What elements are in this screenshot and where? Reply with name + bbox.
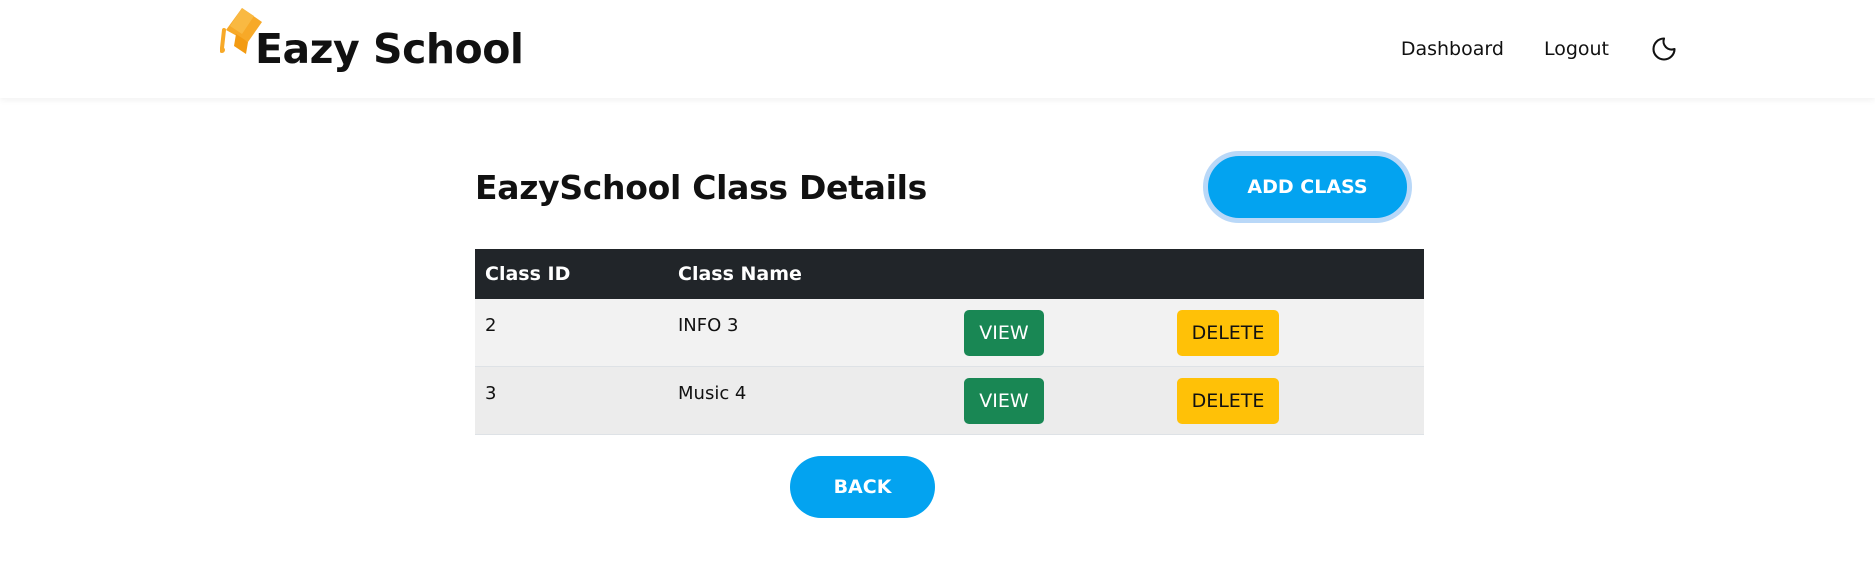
table-row: 3 Music 4 VIEW DELETE bbox=[475, 367, 1424, 435]
delete-button[interactable]: DELETE bbox=[1177, 377, 1279, 424]
cell-class-name: INFO 3 bbox=[678, 315, 739, 336]
cell-class-name: Music 4 bbox=[678, 383, 747, 404]
top-navbar: Eazy School Dashboard Logout bbox=[0, 0, 1875, 98]
view-button[interactable]: VIEW bbox=[964, 309, 1044, 356]
cell-delete: DELETE bbox=[1167, 367, 1424, 434]
brand-name: Eazy School bbox=[255, 25, 524, 73]
delete-button[interactable]: DELETE bbox=[1177, 309, 1279, 356]
cell-delete: DELETE bbox=[1167, 299, 1424, 366]
header-class-name: Class Name bbox=[678, 263, 802, 285]
nav-logout-link[interactable]: Logout bbox=[1544, 38, 1609, 60]
cell-view: VIEW bbox=[953, 299, 1167, 366]
add-class-button[interactable]: ADD CLASS bbox=[1203, 151, 1412, 223]
table-header-row: Class ID Class Name bbox=[475, 249, 1424, 299]
class-table: Class ID Class Name 2 INFO 3 VIEW DELETE… bbox=[475, 249, 1424, 435]
theme-toggle-button[interactable] bbox=[1649, 34, 1679, 64]
cell-class-id: 2 bbox=[485, 315, 497, 336]
nav-dashboard-link[interactable]: Dashboard bbox=[1401, 38, 1504, 60]
cell-view: VIEW bbox=[953, 367, 1167, 434]
back-button[interactable]: BACK bbox=[790, 456, 935, 518]
header-class-id: Class ID bbox=[485, 263, 571, 285]
table-row: 2 INFO 3 VIEW DELETE bbox=[475, 299, 1424, 367]
moon-icon bbox=[1652, 37, 1676, 61]
view-button[interactable]: VIEW bbox=[964, 377, 1044, 424]
page-title: EazySchool Class Details bbox=[475, 168, 927, 207]
cell-class-id: 3 bbox=[485, 383, 497, 404]
main-nav: Dashboard Logout bbox=[1401, 30, 1679, 68]
brand-logo[interactable]: Eazy School bbox=[220, 4, 524, 74]
